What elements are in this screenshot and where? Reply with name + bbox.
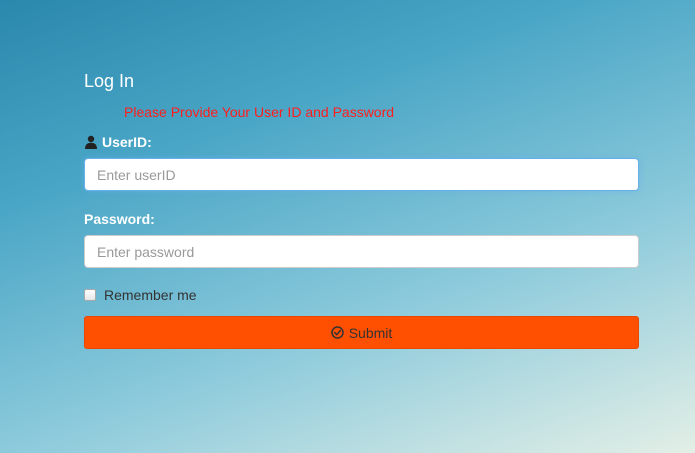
password-label-text: Password: bbox=[84, 211, 155, 227]
remember-me-row: Remember me bbox=[84, 286, 639, 304]
password-label: Password: bbox=[84, 210, 639, 228]
check-circle-icon bbox=[330, 326, 344, 339]
error-message: Please Provide Your User ID and Password bbox=[124, 104, 395, 120]
userid-label: UserID: bbox=[84, 133, 639, 151]
submit-button[interactable]: Submit bbox=[84, 316, 639, 349]
password-input[interactable] bbox=[84, 235, 639, 268]
userid-input[interactable] bbox=[84, 158, 639, 191]
login-title: Log In bbox=[84, 71, 135, 91]
userid-label-text: UserID: bbox=[102, 134, 152, 150]
remember-me-label[interactable]: Remember me bbox=[104, 287, 197, 303]
submit-label: Submit bbox=[348, 324, 393, 341]
user-icon bbox=[84, 135, 98, 149]
login-panel: Log In Please Provide Your User ID and P… bbox=[84, 70, 639, 349]
remember-me-checkbox[interactable] bbox=[84, 289, 96, 301]
